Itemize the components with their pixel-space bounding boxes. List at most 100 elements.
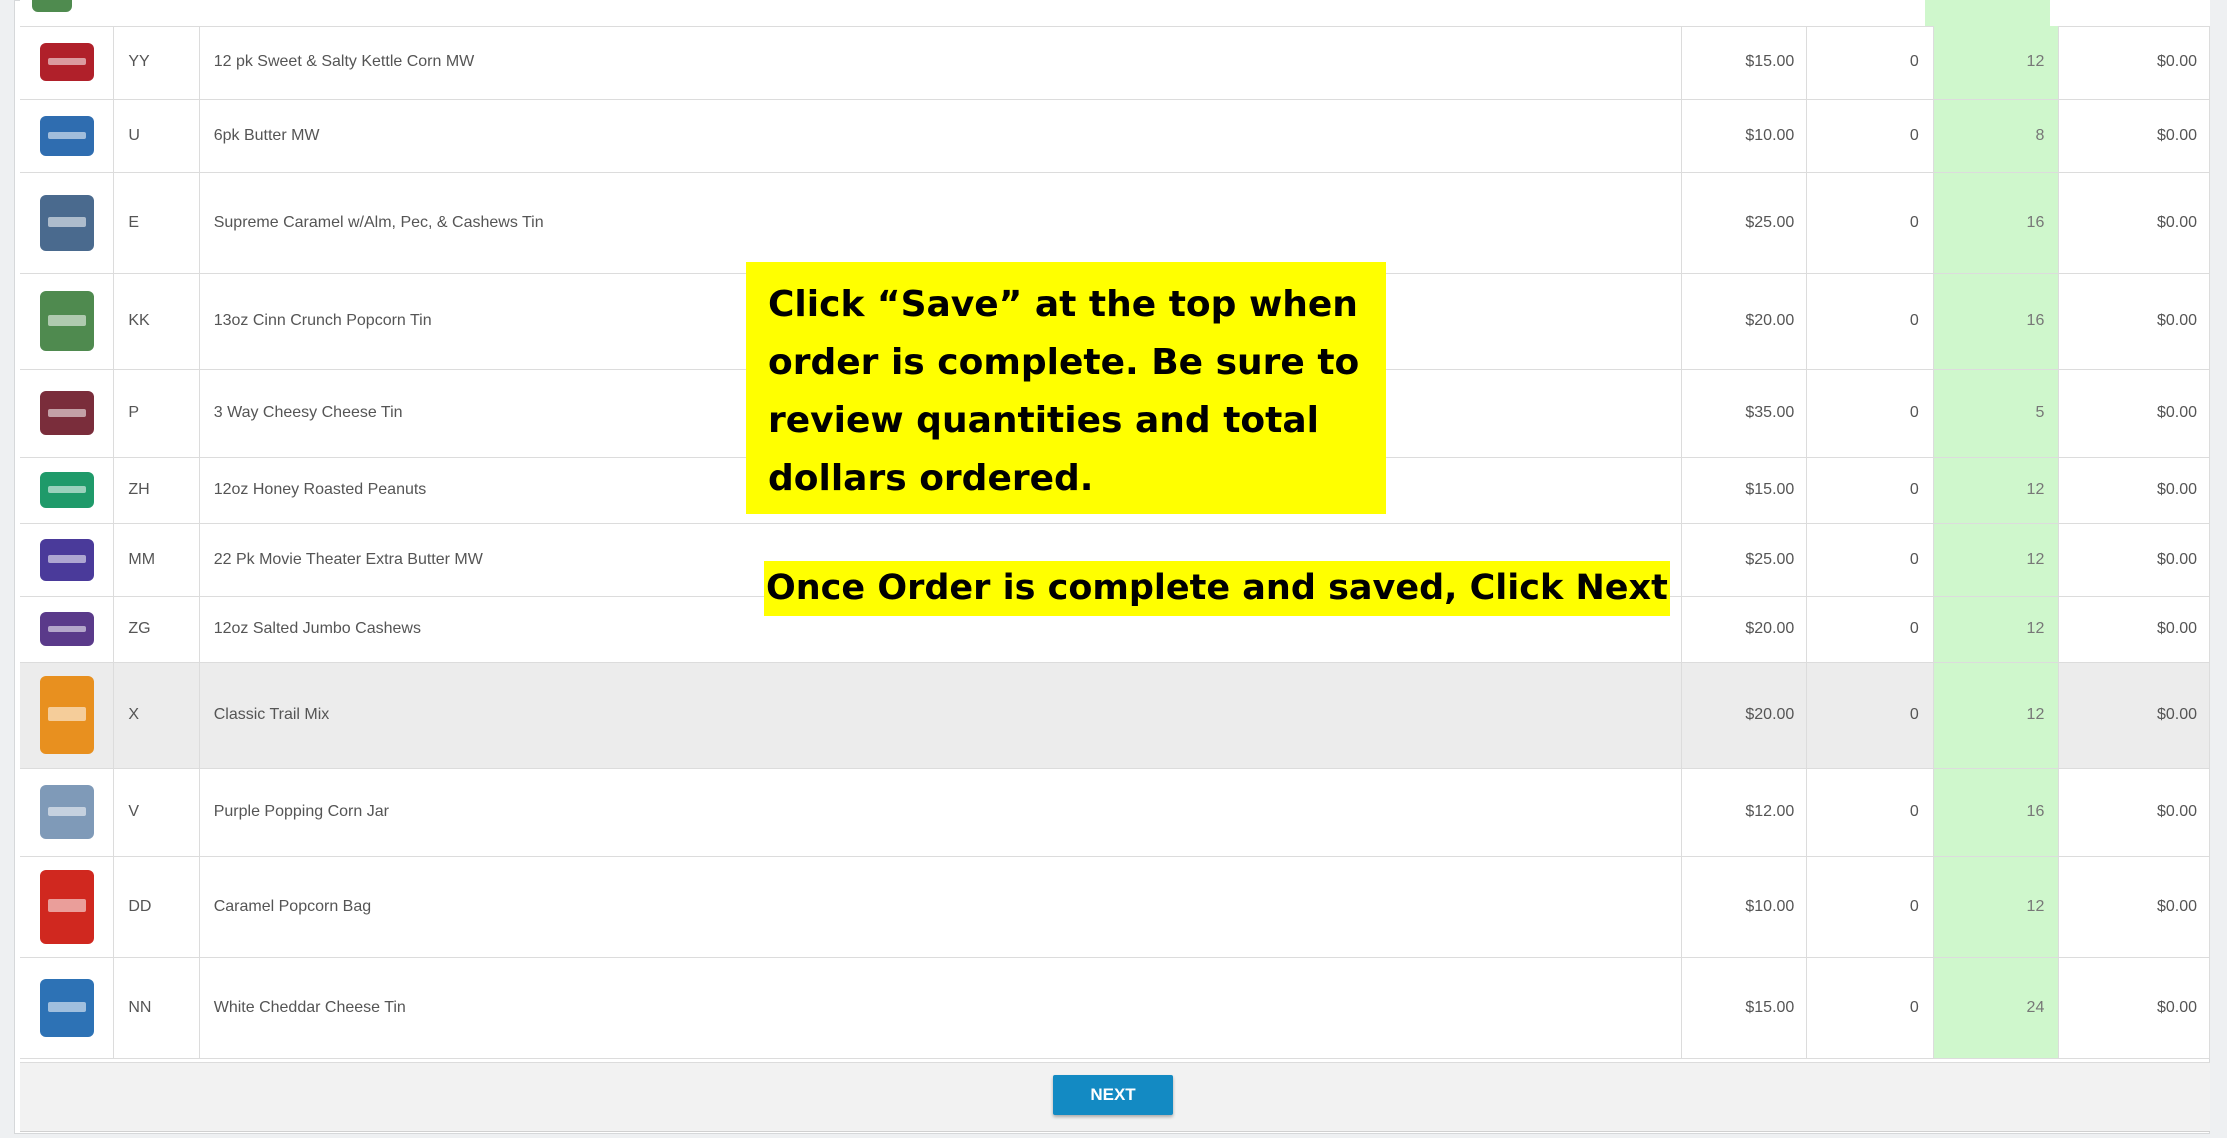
order-quantity[interactable]: 0 (1806, 856, 1934, 958)
product-code: P (113, 369, 200, 458)
product-price: $10.00 (1681, 99, 1808, 173)
product-image-cell (20, 523, 115, 597)
product-code: U (113, 99, 200, 173)
line-total: $0.00 (2058, 768, 2210, 857)
table-row: DD Caramel Popcorn Bag $10.00 0 12 $0.00 (20, 856, 2210, 958)
min-column-edge (1925, 0, 2050, 26)
product-name: Classic Trail Mix (199, 662, 1682, 769)
minimum-quantity: 16 (1933, 768, 2060, 857)
product-price: $15.00 (1681, 957, 1808, 1059)
product-image-cell (20, 856, 115, 958)
minimum-quantity: 12 (1933, 523, 2060, 597)
order-quantity[interactable]: 0 (1806, 273, 1934, 370)
table-footer: NEXT (20, 1062, 2210, 1132)
order-quantity[interactable]: 0 (1806, 768, 1934, 857)
product-code: V (113, 768, 200, 857)
product-price: $10.00 (1681, 856, 1808, 958)
product-name: Caramel Popcorn Bag (199, 856, 1682, 958)
order-table: YY 12 pk Sweet & Salty Kettle Corn MW $15.… (20, 26, 2210, 1059)
butter-popcorn-box-icon (39, 115, 94, 156)
callout-line-1: Click “Save” at the top when (768, 284, 1358, 325)
product-price: $25.00 (1681, 172, 1808, 274)
product-label-graphic (47, 58, 86, 66)
next-instruction-callout: Once Order is complete and saved, Click … (764, 561, 1670, 616)
minimum-quantity: 12 (1933, 26, 2060, 100)
callout-line-3: review quantities and total (768, 400, 1319, 441)
table-row: V Purple Popping Corn Jar $12.00 0 16 $0.00 (20, 768, 2210, 857)
minimum-quantity: 12 (1933, 662, 2060, 769)
caramel-tin-icon (39, 194, 94, 251)
product-label-graphic (47, 625, 86, 632)
product-label-graphic (47, 1001, 86, 1013)
product-price: $25.00 (1681, 523, 1808, 597)
table-row: NN White Cheddar Cheese Tin $15.00 0 24 $0.00 (20, 957, 2210, 1059)
product-price: $20.00 (1681, 596, 1808, 663)
product-image-cell (20, 273, 115, 370)
product-label-graphic (47, 131, 86, 139)
callout-line-2: order is complete. Be sure to (768, 342, 1360, 383)
popping-corn-jar-icon (39, 785, 94, 839)
table-row: YY 12 pk Sweet & Salty Kettle Corn MW $15.… (20, 26, 2210, 100)
product-label-graphic (47, 486, 86, 493)
line-total: $0.00 (2058, 957, 2210, 1059)
line-total: $0.00 (2058, 369, 2210, 458)
product-image-cell (20, 369, 115, 458)
minimum-quantity: 16 (1933, 273, 2060, 370)
product-code: MM (113, 523, 200, 597)
next-button[interactable]: NEXT (1053, 1075, 1173, 1115)
line-total: $0.00 (2058, 596, 2210, 663)
line-total: $0.00 (2058, 856, 2210, 958)
line-total: $0.00 (2058, 457, 2210, 524)
product-name: White Cheddar Cheese Tin (199, 957, 1682, 1059)
order-quantity[interactable]: 0 (1806, 596, 1934, 663)
product-code: X (113, 662, 200, 769)
product-name: Purple Popping Corn Jar (199, 768, 1682, 857)
minimum-quantity: 8 (1933, 99, 2060, 173)
product-image-cell (20, 957, 115, 1059)
order-quantity[interactable]: 0 (1806, 369, 1934, 458)
order-quantity[interactable]: 0 (1806, 523, 1934, 597)
order-quantity[interactable]: 0 (1806, 26, 1934, 100)
product-image-cell (20, 768, 115, 857)
product-price: $12.00 (1681, 768, 1808, 857)
order-quantity[interactable]: 0 (1806, 957, 1934, 1059)
product-image-cell (20, 596, 115, 663)
product-label-graphic (47, 806, 86, 817)
order-quantity[interactable]: 0 (1806, 662, 1934, 769)
product-price: $20.00 (1681, 662, 1808, 769)
minimum-quantity: 12 (1933, 457, 2060, 524)
cinnamon-tin-icon (39, 291, 94, 351)
product-price: $15.00 (1681, 457, 1808, 524)
product-code: DD (113, 856, 200, 958)
table-row: E Supreme Caramel w/Alm, Pec, & Cashews T… (20, 172, 2210, 274)
product-image-cell (20, 99, 115, 173)
order-quantity[interactable]: 0 (1806, 99, 1934, 173)
product-code: KK (113, 273, 200, 370)
kettle-corn-box-icon (39, 43, 94, 82)
minimum-quantity: 5 (1933, 369, 2060, 458)
order-quantity[interactable]: 0 (1806, 172, 1934, 274)
order-quantity[interactable]: 0 (1806, 457, 1934, 524)
instruction-callout: Click “Save” at the top when order is co… (746, 262, 1386, 514)
line-total: $0.00 (2058, 273, 2210, 370)
table-row: X Classic Trail Mix $20.00 0 12 $0.00 (20, 662, 2210, 769)
line-total: $0.00 (2058, 523, 2210, 597)
product-price: $20.00 (1681, 273, 1808, 370)
product-label-graphic (47, 408, 86, 417)
peanuts-pouch-icon (39, 472, 94, 508)
previous-row-edge (20, 0, 2210, 27)
cheese-tin-icon (39, 391, 94, 435)
product-label-graphic (47, 555, 86, 563)
line-total: $0.00 (2058, 99, 2210, 173)
product-image-cell (20, 172, 115, 274)
product-code: ZG (113, 596, 200, 663)
caramel-popcorn-bag-icon (39, 869, 94, 944)
product-label-graphic (47, 707, 86, 722)
cashews-pouch-icon (39, 612, 94, 646)
product-name: 6pk Butter MW (199, 99, 1682, 173)
product-price: $35.00 (1681, 369, 1808, 458)
product-code: ZH (113, 457, 200, 524)
product-label-graphic (47, 216, 86, 227)
product-code: NN (113, 957, 200, 1059)
minimum-quantity: 24 (1933, 957, 2060, 1059)
